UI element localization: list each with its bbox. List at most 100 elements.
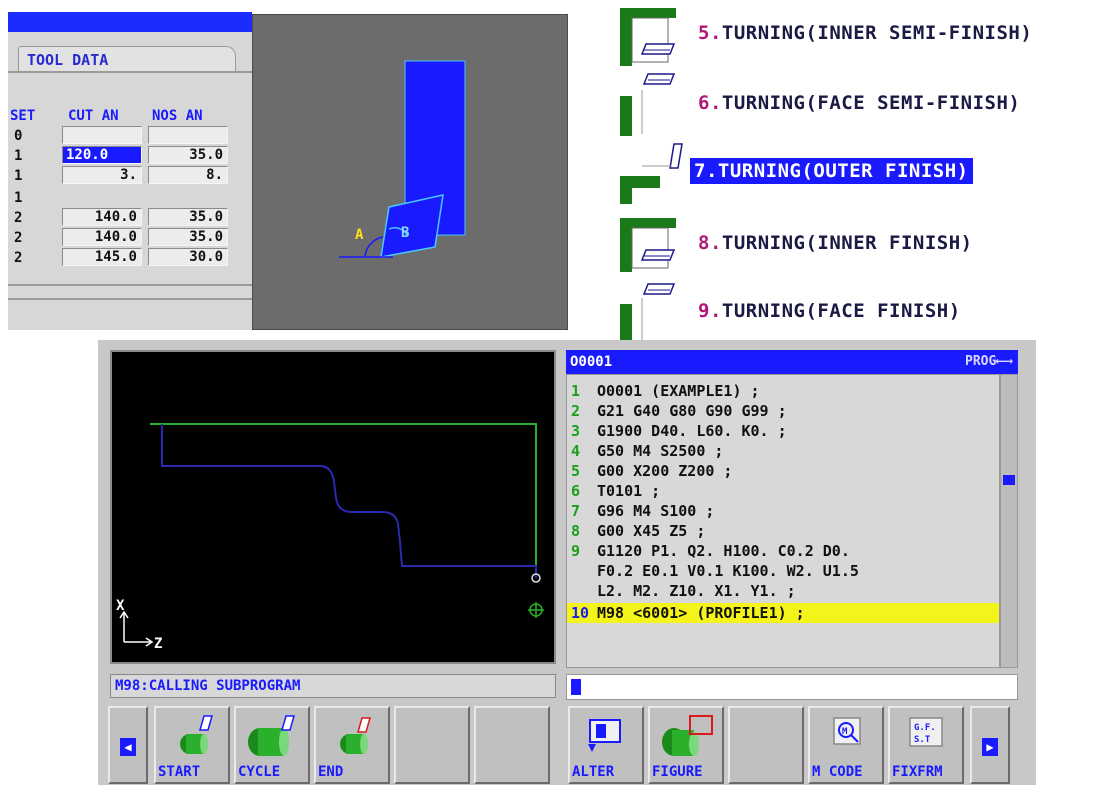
face-turning-icon [620, 283, 676, 340]
program-line[interactable]: 4 G50 M4 S2500 ; [571, 441, 723, 461]
tool-data-tab[interactable]: TOOL DATA [18, 46, 236, 72]
cut-angle-field[interactable]: 140.0 [62, 228, 142, 246]
stock-outline [150, 423, 537, 578]
end-icon [340, 717, 371, 754]
line-code: F0.2 E0.1 V0.1 K100. W2. U1.5 [597, 562, 859, 580]
nose-angle-field[interactable]: 8. [148, 166, 228, 184]
menu-item-face-finish[interactable]: 9.TURNING(FACE FINISH) [698, 300, 961, 322]
fixed-form-icon: G.F. S.T [909, 717, 943, 747]
line-code: T0101 ; [597, 482, 661, 500]
key-input-field[interactable] [566, 674, 1018, 700]
program-line[interactable]: 8 G00 X45 Z5 ; [571, 521, 705, 541]
cycle-icon [248, 715, 295, 756]
menu-item-inner-finish[interactable]: 8.TURNING(INNER FINISH) [698, 232, 973, 254]
menu-item-number: 8. [698, 232, 722, 254]
menu-item-number: 5. [698, 22, 722, 44]
menu-item-label: TURNING(FACE FINISH) [721, 300, 961, 322]
nose-angle-field[interactable]: 35.0 [148, 146, 228, 164]
nose-angle-field[interactable]: 35.0 [148, 228, 228, 246]
cut-angle-field[interactable]: 145.0 [62, 248, 142, 266]
m-code-softkey[interactable]: M M CODE [808, 706, 884, 784]
program-editor[interactable]: 1 O0001 (EXAMPLE1) ; 2 G21 G40 G80 G90 G99… [566, 374, 1000, 668]
row-set: 2 [14, 210, 23, 226]
line-code: O0001 (EXAMPLE1) ; [597, 382, 760, 400]
toolpath-svg: X Z [116, 423, 544, 652]
program-line[interactable]: 2 G21 G40 G80 G90 G99 ; [571, 401, 787, 421]
inner-turning-icon [620, 218, 676, 272]
row-set: 2 [14, 250, 23, 266]
angle-a-label: A [355, 227, 364, 243]
program-line[interactable]: F0.2 E0.1 V0.1 K100. W2. U1.5 [571, 561, 859, 581]
tab-divider [8, 71, 252, 73]
part-profile [161, 424, 537, 578]
face-turning-icon [620, 73, 676, 136]
program-number: O0001 [570, 354, 613, 370]
figure-softkey[interactable]: FIGURE [648, 706, 724, 784]
menu-item-number: 6. [698, 92, 722, 114]
end-softkey[interactable]: END [314, 706, 390, 784]
blank-softkey[interactable] [474, 706, 550, 784]
nose-angle-field[interactable]: 35.0 [148, 208, 228, 226]
chevron-left-icon: ◀ [120, 738, 136, 756]
x-axis-label: X [116, 598, 125, 614]
angle-b-label: B [401, 225, 409, 241]
start-icon [180, 715, 213, 754]
cut-angle-field[interactable]: 3. [62, 166, 142, 184]
tool-shape-preview: A B [252, 14, 568, 330]
line-number: 10 [571, 604, 590, 622]
program-line[interactable]: 5 G00 X200 Z200 ; [571, 461, 732, 481]
line-code: G00 X200 Z200 ; [597, 462, 733, 480]
program-mode-indicator: PROG⟵⟶ [965, 354, 1012, 369]
line-code: G00 X45 Z5 ; [597, 522, 706, 540]
next-page-button[interactable]: ▶ [970, 706, 1010, 784]
line-code: M98 <6001> (PROFILE1) ; [597, 604, 805, 622]
line-number: 4 [571, 442, 581, 460]
cycle-softkey[interactable]: CYCLE [234, 706, 310, 784]
divider [8, 284, 252, 286]
divider [8, 298, 252, 300]
program-line[interactable]: 7 G96 M4 S100 ; [571, 501, 714, 521]
menu-item-number: 9. [698, 300, 722, 322]
blank-softkey[interactable] [394, 706, 470, 784]
program-line[interactable]: 3 G1900 D40. L60. K0. ; [571, 421, 787, 441]
program-line[interactable]: 9 G1120 P1. Q2. H100. C0.2 D0. [571, 541, 850, 561]
line-code: G50 M4 S2500 ; [597, 442, 724, 460]
m-code-icon: M [833, 717, 861, 745]
program-line[interactable]: L2. M2. Z10. X1. Y1. ; [571, 581, 796, 601]
cut-angle-field[interactable]: 140.0 [62, 208, 142, 226]
start-softkey[interactable]: START [154, 706, 230, 784]
menu-item-label: TURNING(OUTER FINISH) [717, 160, 969, 182]
cnc-screen: X Z M98:CALLING SUBPROGRAM O0001 PROG⟵⟶ … [98, 340, 1036, 785]
nose-angle-field[interactable]: 30.0 [148, 248, 228, 266]
menu-item-inner-semi-finish[interactable]: 5.TURNING(INNER SEMI-FINISH) [698, 22, 1032, 44]
alter-softkey[interactable]: ALTER [568, 706, 644, 784]
tool-shape-svg: A B [339, 60, 466, 258]
program-scrollbar[interactable] [1000, 374, 1018, 668]
program-line[interactable]: 6 T0101 ; [571, 481, 660, 501]
blank-softkey[interactable] [728, 706, 804, 784]
menu-item-outer-finish[interactable]: 7.TURNING(OUTER FINISH) [690, 158, 973, 184]
svg-text:M: M [842, 727, 848, 737]
current-program-line[interactable]: 10 M98 <6001> (PROFILE1) ; [567, 603, 999, 623]
line-code: G21 G40 G80 G90 G99 ; [597, 402, 787, 420]
fixfrm-softkey[interactable]: G.F. S.T FIXFRM [888, 706, 964, 784]
line-number: 3 [571, 422, 581, 440]
menu-item-face-semi-finish[interactable]: 6.TURNING(FACE SEMI-FINISH) [698, 92, 1020, 114]
prev-page-button[interactable]: ◀ [108, 706, 148, 784]
line-number: 8 [571, 522, 581, 540]
softkey-label: CYCLE [238, 764, 281, 780]
line-number: 7 [571, 502, 581, 520]
cut-angle-field[interactable] [62, 126, 142, 144]
svg-text:G.F.: G.F. [914, 723, 936, 733]
svg-text:S.T: S.T [914, 735, 931, 745]
scroll-thumb[interactable] [1003, 475, 1015, 485]
nose-angle-field[interactable] [148, 126, 228, 144]
tool-insert-shape [380, 194, 444, 258]
cut-angle-field[interactable]: 120.0 [62, 146, 142, 164]
program-line[interactable]: 1 O0001 (EXAMPLE1) ; [571, 381, 760, 401]
line-code: L2. M2. Z10. X1. Y1. ; [597, 582, 796, 600]
menu-item-label: TURNING(FACE SEMI-FINISH) [721, 92, 1021, 114]
tool-data-panel: TOOL DATA SET CUT AN NOS AN 0 1 120.0 35… [8, 12, 252, 330]
menu-icons [620, 8, 683, 340]
line-number: 2 [571, 402, 581, 420]
